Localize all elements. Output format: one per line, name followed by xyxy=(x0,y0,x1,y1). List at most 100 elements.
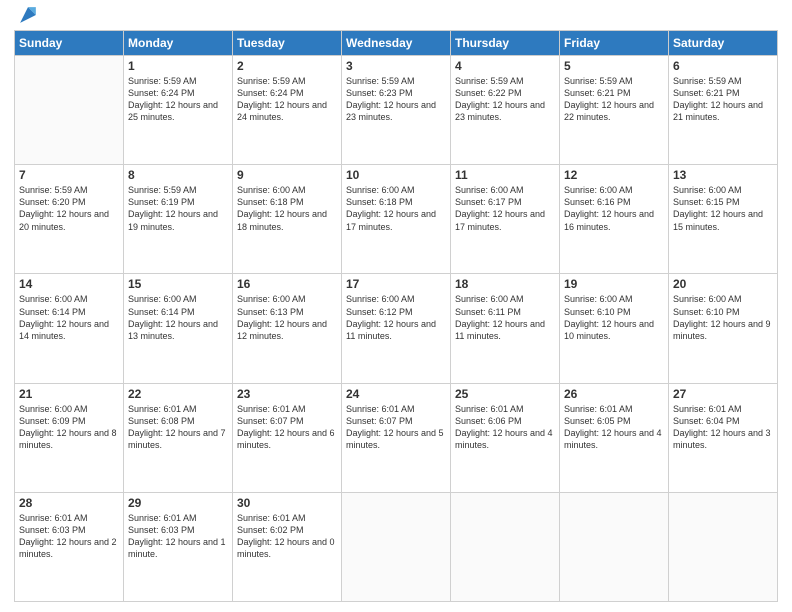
calendar-cell: 16 Sunrise: 6:00 AM Sunset: 6:13 PM Dayl… xyxy=(233,274,342,383)
calendar-cell: 25 Sunrise: 6:01 AM Sunset: 6:06 PM Dayl… xyxy=(451,383,560,492)
day-number: 25 xyxy=(455,387,555,401)
day-info: Sunrise: 6:00 AM Sunset: 6:13 PM Dayligh… xyxy=(237,294,327,340)
calendar-cell: 12 Sunrise: 6:00 AM Sunset: 6:16 PM Dayl… xyxy=(560,165,669,274)
day-number: 19 xyxy=(564,277,664,291)
day-number: 28 xyxy=(19,496,119,510)
day-number: 5 xyxy=(564,59,664,73)
header-friday: Friday xyxy=(560,31,669,56)
day-info: Sunrise: 5:59 AM Sunset: 6:22 PM Dayligh… xyxy=(455,76,545,122)
calendar-cell: 29 Sunrise: 6:01 AM Sunset: 6:03 PM Dayl… xyxy=(124,492,233,601)
day-info: Sunrise: 6:01 AM Sunset: 6:04 PM Dayligh… xyxy=(673,404,771,450)
header-sunday: Sunday xyxy=(15,31,124,56)
day-number: 7 xyxy=(19,168,119,182)
day-info: Sunrise: 6:00 AM Sunset: 6:18 PM Dayligh… xyxy=(237,185,327,231)
logo-icon xyxy=(17,4,39,26)
calendar-cell: 14 Sunrise: 6:00 AM Sunset: 6:14 PM Dayl… xyxy=(15,274,124,383)
day-number: 10 xyxy=(346,168,446,182)
calendar-cell: 30 Sunrise: 6:01 AM Sunset: 6:02 PM Dayl… xyxy=(233,492,342,601)
calendar-week-2: 7 Sunrise: 5:59 AM Sunset: 6:20 PM Dayli… xyxy=(15,165,778,274)
day-number: 12 xyxy=(564,168,664,182)
day-number: 1 xyxy=(128,59,228,73)
calendar-cell xyxy=(342,492,451,601)
day-number: 16 xyxy=(237,277,337,291)
day-number: 17 xyxy=(346,277,446,291)
weekday-header-row: Sunday Monday Tuesday Wednesday Thursday… xyxy=(15,31,778,56)
day-number: 24 xyxy=(346,387,446,401)
calendar-cell xyxy=(669,492,778,601)
day-number: 26 xyxy=(564,387,664,401)
day-number: 9 xyxy=(237,168,337,182)
day-number: 27 xyxy=(673,387,773,401)
calendar-cell: 2 Sunrise: 5:59 AM Sunset: 6:24 PM Dayli… xyxy=(233,56,342,165)
header-wednesday: Wednesday xyxy=(342,31,451,56)
day-info: Sunrise: 6:00 AM Sunset: 6:12 PM Dayligh… xyxy=(346,294,436,340)
day-info: Sunrise: 6:01 AM Sunset: 6:05 PM Dayligh… xyxy=(564,404,662,450)
calendar-cell: 4 Sunrise: 5:59 AM Sunset: 6:22 PM Dayli… xyxy=(451,56,560,165)
calendar-cell: 10 Sunrise: 6:00 AM Sunset: 6:18 PM Dayl… xyxy=(342,165,451,274)
calendar-cell: 19 Sunrise: 6:00 AM Sunset: 6:10 PM Dayl… xyxy=(560,274,669,383)
calendar-cell: 1 Sunrise: 5:59 AM Sunset: 6:24 PM Dayli… xyxy=(124,56,233,165)
day-number: 2 xyxy=(237,59,337,73)
day-info: Sunrise: 5:59 AM Sunset: 6:19 PM Dayligh… xyxy=(128,185,218,231)
day-number: 23 xyxy=(237,387,337,401)
header-tuesday: Tuesday xyxy=(233,31,342,56)
day-info: Sunrise: 6:01 AM Sunset: 6:06 PM Dayligh… xyxy=(455,404,553,450)
calendar-cell: 17 Sunrise: 6:00 AM Sunset: 6:12 PM Dayl… xyxy=(342,274,451,383)
day-number: 13 xyxy=(673,168,773,182)
calendar-cell: 6 Sunrise: 5:59 AM Sunset: 6:21 PM Dayli… xyxy=(669,56,778,165)
day-number: 4 xyxy=(455,59,555,73)
day-info: Sunrise: 6:01 AM Sunset: 6:08 PM Dayligh… xyxy=(128,404,226,450)
calendar-cell: 21 Sunrise: 6:00 AM Sunset: 6:09 PM Dayl… xyxy=(15,383,124,492)
day-info: Sunrise: 5:59 AM Sunset: 6:21 PM Dayligh… xyxy=(673,76,763,122)
day-info: Sunrise: 5:59 AM Sunset: 6:21 PM Dayligh… xyxy=(564,76,654,122)
calendar-cell: 20 Sunrise: 6:00 AM Sunset: 6:10 PM Dayl… xyxy=(669,274,778,383)
day-number: 6 xyxy=(673,59,773,73)
calendar-week-1: 1 Sunrise: 5:59 AM Sunset: 6:24 PM Dayli… xyxy=(15,56,778,165)
day-number: 30 xyxy=(237,496,337,510)
day-number: 18 xyxy=(455,277,555,291)
calendar-week-3: 14 Sunrise: 6:00 AM Sunset: 6:14 PM Dayl… xyxy=(15,274,778,383)
day-number: 29 xyxy=(128,496,228,510)
day-info: Sunrise: 6:00 AM Sunset: 6:17 PM Dayligh… xyxy=(455,185,545,231)
calendar-cell: 18 Sunrise: 6:00 AM Sunset: 6:11 PM Dayl… xyxy=(451,274,560,383)
day-number: 3 xyxy=(346,59,446,73)
day-info: Sunrise: 6:00 AM Sunset: 6:10 PM Dayligh… xyxy=(564,294,654,340)
day-info: Sunrise: 6:01 AM Sunset: 6:03 PM Dayligh… xyxy=(19,513,117,559)
day-number: 21 xyxy=(19,387,119,401)
calendar-cell xyxy=(451,492,560,601)
day-number: 8 xyxy=(128,168,228,182)
day-info: Sunrise: 6:01 AM Sunset: 6:07 PM Dayligh… xyxy=(237,404,335,450)
day-info: Sunrise: 6:00 AM Sunset: 6:10 PM Dayligh… xyxy=(673,294,771,340)
calendar-cell: 23 Sunrise: 6:01 AM Sunset: 6:07 PM Dayl… xyxy=(233,383,342,492)
calendar-week-4: 21 Sunrise: 6:00 AM Sunset: 6:09 PM Dayl… xyxy=(15,383,778,492)
day-number: 14 xyxy=(19,277,119,291)
calendar-week-5: 28 Sunrise: 6:01 AM Sunset: 6:03 PM Dayl… xyxy=(15,492,778,601)
day-info: Sunrise: 6:00 AM Sunset: 6:18 PM Dayligh… xyxy=(346,185,436,231)
day-info: Sunrise: 6:00 AM Sunset: 6:09 PM Dayligh… xyxy=(19,404,117,450)
calendar-cell: 7 Sunrise: 5:59 AM Sunset: 6:20 PM Dayli… xyxy=(15,165,124,274)
day-info: Sunrise: 6:01 AM Sunset: 6:02 PM Dayligh… xyxy=(237,513,335,559)
calendar-table: Sunday Monday Tuesday Wednesday Thursday… xyxy=(14,30,778,602)
header xyxy=(14,10,778,26)
calendar-cell: 28 Sunrise: 6:01 AM Sunset: 6:03 PM Dayl… xyxy=(15,492,124,601)
day-info: Sunrise: 6:00 AM Sunset: 6:11 PM Dayligh… xyxy=(455,294,545,340)
calendar-cell: 27 Sunrise: 6:01 AM Sunset: 6:04 PM Dayl… xyxy=(669,383,778,492)
calendar-cell xyxy=(15,56,124,165)
day-number: 15 xyxy=(128,277,228,291)
day-number: 11 xyxy=(455,168,555,182)
header-saturday: Saturday xyxy=(669,31,778,56)
header-thursday: Thursday xyxy=(451,31,560,56)
calendar-cell: 22 Sunrise: 6:01 AM Sunset: 6:08 PM Dayl… xyxy=(124,383,233,492)
calendar-cell: 26 Sunrise: 6:01 AM Sunset: 6:05 PM Dayl… xyxy=(560,383,669,492)
day-info: Sunrise: 6:00 AM Sunset: 6:14 PM Dayligh… xyxy=(19,294,109,340)
day-number: 22 xyxy=(128,387,228,401)
day-info: Sunrise: 6:00 AM Sunset: 6:15 PM Dayligh… xyxy=(673,185,763,231)
day-info: Sunrise: 6:01 AM Sunset: 6:07 PM Dayligh… xyxy=(346,404,444,450)
day-info: Sunrise: 6:00 AM Sunset: 6:16 PM Dayligh… xyxy=(564,185,654,231)
calendar-cell: 3 Sunrise: 5:59 AM Sunset: 6:23 PM Dayli… xyxy=(342,56,451,165)
day-info: Sunrise: 5:59 AM Sunset: 6:24 PM Dayligh… xyxy=(128,76,218,122)
day-info: Sunrise: 6:00 AM Sunset: 6:14 PM Dayligh… xyxy=(128,294,218,340)
day-info: Sunrise: 5:59 AM Sunset: 6:23 PM Dayligh… xyxy=(346,76,436,122)
calendar-cell: 9 Sunrise: 6:00 AM Sunset: 6:18 PM Dayli… xyxy=(233,165,342,274)
calendar-cell xyxy=(560,492,669,601)
